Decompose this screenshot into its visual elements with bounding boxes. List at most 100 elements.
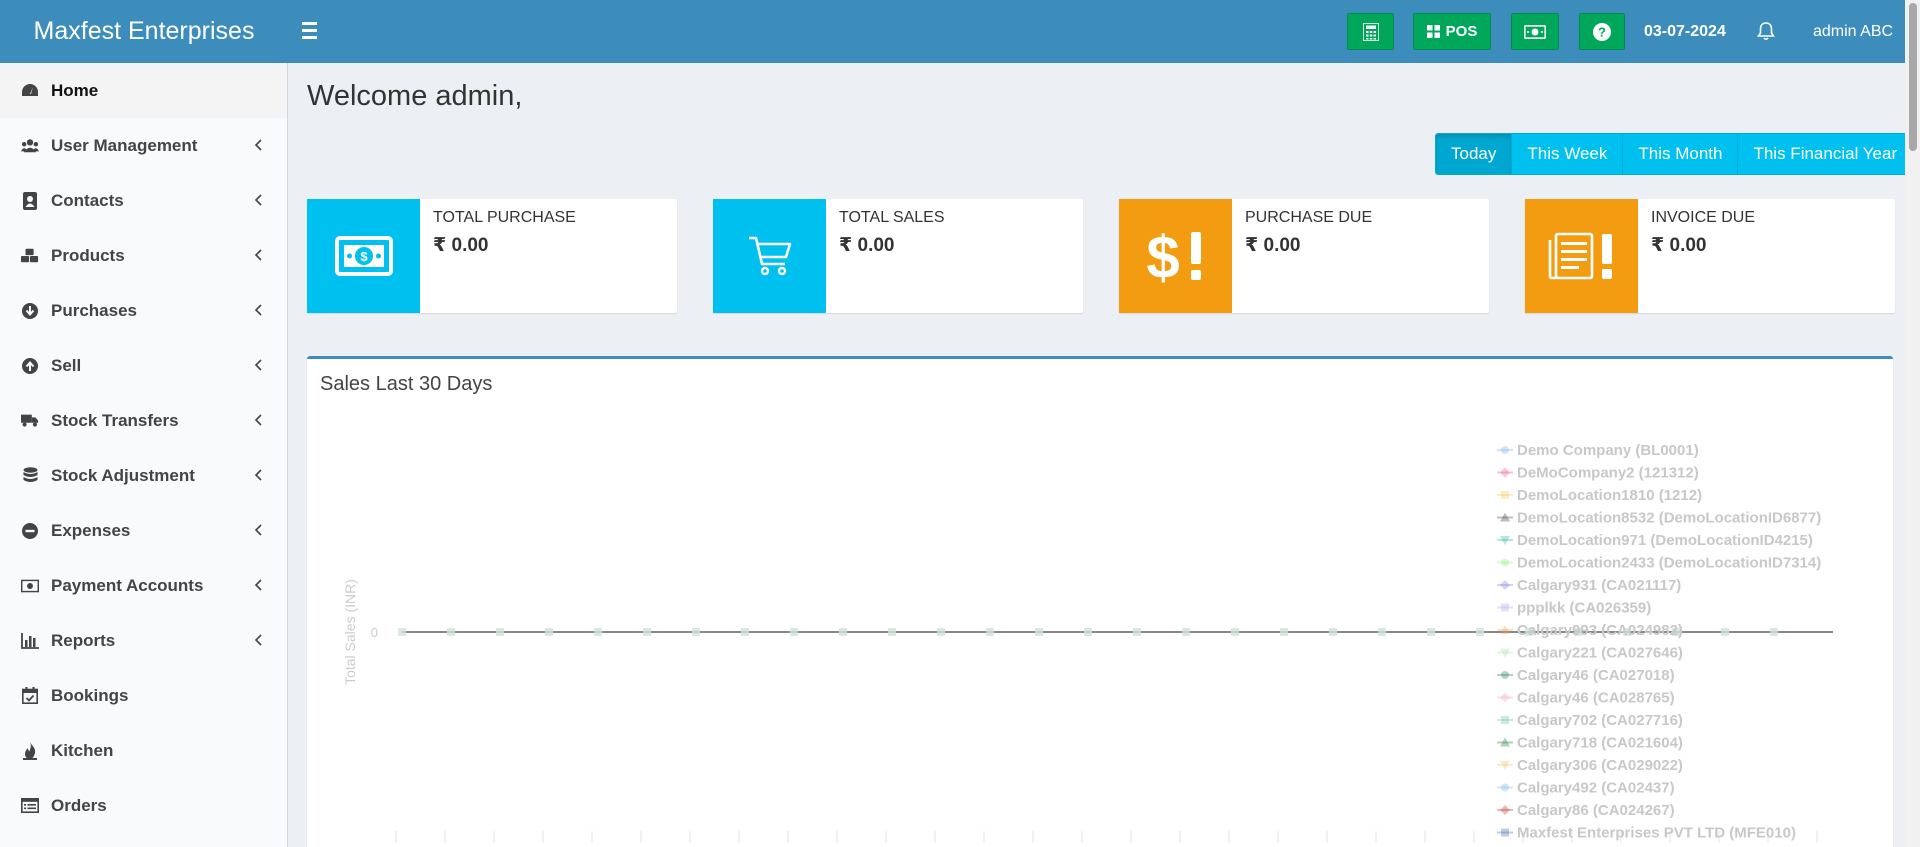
cash-register-button[interactable] xyxy=(1511,13,1559,50)
help-icon: ? xyxy=(1593,22,1611,41)
legend-label: Calgary492 (CA02437) xyxy=(1517,780,1675,797)
sidebar-item-home[interactable]: Home xyxy=(0,63,287,118)
data-point xyxy=(447,628,455,636)
y-tick-label: 0 xyxy=(371,625,378,640)
legend-label: DemoLocation971 (DemoLocationID4215) xyxy=(1517,532,1813,549)
chevron-left-icon xyxy=(254,634,262,646)
sales-line-chart: Total Sales (INR) 0 Demo Company (BL0001) D… xyxy=(342,442,1833,843)
sidebar-item-label: Expenses xyxy=(51,520,131,540)
brand-logo[interactable]: Maxfest Enterprises xyxy=(0,0,288,63)
truck-icon xyxy=(21,412,39,430)
header-date: 03-07-2024 xyxy=(1644,23,1726,40)
data-point xyxy=(1035,628,1043,636)
legend-marker xyxy=(1500,692,1510,703)
data-point xyxy=(1427,628,1435,636)
chevron-left-icon xyxy=(254,194,262,206)
data-point xyxy=(1378,628,1386,636)
legend-marker xyxy=(1501,716,1509,724)
data-point xyxy=(790,628,798,636)
sidebar-item-kitchen[interactable]: Kitchen xyxy=(0,723,287,778)
scrollbar-thumb[interactable] xyxy=(1909,3,1917,151)
data-point xyxy=(1329,628,1337,636)
sidebar-item-label: User Management xyxy=(51,135,198,155)
sidebar-item-label: Kitchen xyxy=(51,740,114,760)
stat-title: PURCHASE DUE xyxy=(1245,209,1373,226)
data-point xyxy=(692,628,700,636)
sidebar-item-sell[interactable]: Sell xyxy=(0,338,287,393)
sidebar-item-contacts[interactable]: Contacts xyxy=(0,173,287,228)
stat-value: ₹ 0.00 xyxy=(1245,235,1301,256)
arrow-down-circle-icon xyxy=(21,302,39,320)
stat-title: TOTAL PURCHASE xyxy=(433,209,576,226)
svg-text:$: $ xyxy=(1146,226,1179,286)
sidebar-item-payment-accounts[interactable]: Payment Accounts xyxy=(0,558,287,613)
data-point xyxy=(1721,628,1729,636)
stat-box-purchase-due: $ PURCHASE DUE ₹ 0.00 xyxy=(1119,199,1489,313)
sidebar-item-stock-adjustment[interactable]: Stock Adjustment xyxy=(0,448,287,503)
chevron-left-icon xyxy=(254,249,262,261)
filter-today-button[interactable]: Today xyxy=(1436,134,1513,174)
bell-icon[interactable] xyxy=(1755,20,1777,42)
data-point xyxy=(1084,628,1092,636)
legend-marker xyxy=(1500,467,1510,478)
legend-label: DeMoCompany2 (121312) xyxy=(1517,465,1699,482)
legend-marker xyxy=(1501,783,1509,792)
pos-icon xyxy=(1426,25,1440,38)
legend-marker xyxy=(1501,603,1509,612)
data-point xyxy=(496,628,504,636)
help-button[interactable]: ? xyxy=(1579,13,1625,50)
legend-label: Demo Company (BL0001) xyxy=(1517,442,1699,459)
data-point xyxy=(1280,628,1288,636)
sidebar-item-label: Stock Transfers xyxy=(51,410,179,430)
legend-marker xyxy=(1501,446,1509,454)
stat-box-total-purchase: $ TOTAL PURCHASE ₹ 0.00 xyxy=(307,199,677,313)
legend-label: Maxfest Enterprises PVT LTD (MFE010) xyxy=(1517,825,1796,842)
stat-title: INVOICE DUE xyxy=(1651,209,1756,226)
users-icon xyxy=(21,137,39,155)
sidebar-item-reports[interactable]: Reports xyxy=(0,613,287,668)
sidebar-item-purchases[interactable]: Purchases xyxy=(0,283,287,338)
sidebar-item-label: Stock Adjustment xyxy=(51,465,195,485)
legend-label: Calgary993 (CA024982) xyxy=(1517,622,1683,639)
pos-label: POS xyxy=(1445,23,1478,40)
sidebar-item-expenses[interactable]: Expenses xyxy=(0,503,287,558)
legend-label: DemoLocation2433 (DemoLocationID7314) xyxy=(1517,555,1821,572)
sidebar-item-label: Reports xyxy=(51,630,116,650)
chevron-left-icon xyxy=(254,139,262,151)
sidebar-item-stock-transfers[interactable]: Stock Transfers xyxy=(0,393,287,448)
sidebar-item-products[interactable]: Products xyxy=(0,228,287,283)
data-point xyxy=(839,628,847,636)
chevron-left-icon xyxy=(254,579,262,591)
contacts-icon xyxy=(21,191,39,210)
svg-text:?: ? xyxy=(1598,24,1606,39)
sidebar-item-orders[interactable]: Orders xyxy=(0,778,287,833)
stat-box-total-sales: TOTAL SALES ₹ 0.00 xyxy=(713,199,1083,313)
filter-this-financial-year-button[interactable]: This Financial Year xyxy=(1738,134,1913,174)
chevron-left-icon xyxy=(254,469,262,481)
pos-button[interactable]: POS xyxy=(1413,13,1491,50)
minus-circle-icon xyxy=(21,522,39,540)
calendar-check-icon xyxy=(21,687,39,705)
legend-marker xyxy=(1501,828,1509,837)
filter-this-week-button[interactable]: This Week xyxy=(1512,134,1624,174)
sidebar-item-label: Home xyxy=(51,80,99,100)
filter-this-month-button[interactable]: This Month xyxy=(1623,134,1739,174)
fire-icon xyxy=(21,741,39,760)
data-point xyxy=(1476,628,1484,636)
stat-value: ₹ 0.00 xyxy=(839,235,895,256)
sidebar-item-bookings[interactable]: Bookings xyxy=(0,668,287,723)
legend-label: DemoLocation1810 (1212) xyxy=(1517,487,1702,504)
legend-label: ppplkk (CA026359) xyxy=(1517,600,1651,617)
sidebar-item-user-management[interactable]: User Management xyxy=(0,118,287,173)
arrow-up-circle-icon xyxy=(21,357,39,375)
legend-label: Calgary46 (CA027018) xyxy=(1517,667,1675,684)
date-range-filter: Today This Week This Month This Financia… xyxy=(1435,133,1914,175)
sidebar: Home User Management Contacts Products P… xyxy=(0,63,288,847)
top-navbar: Maxfest Enterprises POS ? 03-07-2024 adm… xyxy=(0,0,1920,63)
sidebar-item-label: Sell xyxy=(51,355,82,375)
sidebar-toggle-icon[interactable] xyxy=(302,18,324,44)
calculator-button[interactable] xyxy=(1347,13,1394,50)
legend-marker xyxy=(1501,671,1509,679)
user-menu[interactable]: admin ABC xyxy=(1813,0,1893,63)
sidebar-item-label: Bookings xyxy=(51,685,129,705)
